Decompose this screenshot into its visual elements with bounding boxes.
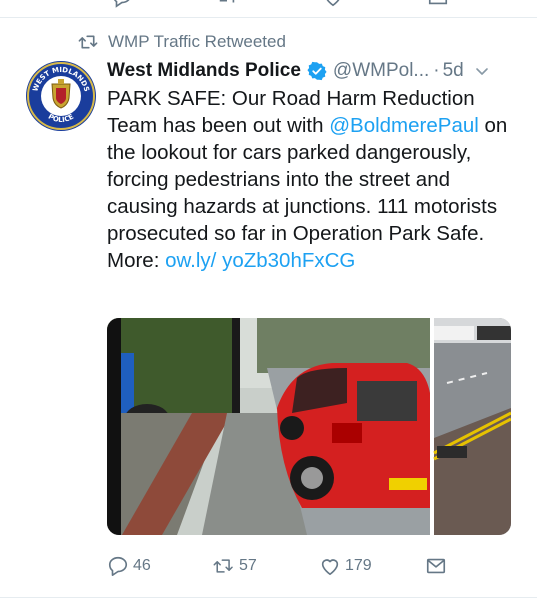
reply-icon[interactable] [111,0,133,8]
previous-tweet-actions [0,0,537,10]
reply-icon [108,556,128,576]
retweet-count: 57 [239,557,257,574]
message-icon [426,558,446,574]
avatar[interactable]: WEST MIDLANDS POLICE [25,60,97,132]
like-icon[interactable] [322,0,344,8]
photo-red-car-on-pavement [107,318,511,535]
chevron-down-icon[interactable] [474,63,490,79]
retweet-icon[interactable] [216,0,238,8]
retweet-icon [213,559,233,573]
verified-badge-icon [307,61,327,81]
tweet-age[interactable]: 5d [443,60,464,82]
separator-dot: · [433,60,440,81]
police-crest-icon: WEST MIDLANDS POLICE [26,61,96,131]
tweet-header: West Midlands Police @WMPol... · 5d [107,58,527,84]
author-name[interactable]: West Midlands Police [107,60,301,82]
divider [0,597,537,598]
retweet-icon [78,35,98,49]
tweet-media[interactable] [107,318,511,535]
divider [0,17,537,18]
retweet-context-label: WMP Traffic Retweeted [108,32,286,51]
like-count: 179 [345,557,372,574]
url-link[interactable]: ow.ly/ yoZb30hFxCG [165,249,355,272]
retweet-context[interactable]: WMP Traffic Retweeted [78,32,286,52]
author-handle[interactable]: @WMPol... [333,60,429,82]
tweet-text: PARK SAFE: Our Road Harm Reduction Team … [107,85,517,274]
reply-button[interactable]: 46 [107,553,151,579]
message-icon[interactable] [427,0,449,8]
like-icon [321,559,339,576]
direct-message-button[interactable] [425,553,451,579]
mention-link[interactable]: @BoldmerePaul [329,114,479,137]
tweet-actions: 46 57 179 [107,553,527,579]
retweet-button[interactable]: 57 [213,553,257,579]
reply-count: 46 [133,557,151,574]
like-button[interactable]: 179 [319,553,372,579]
